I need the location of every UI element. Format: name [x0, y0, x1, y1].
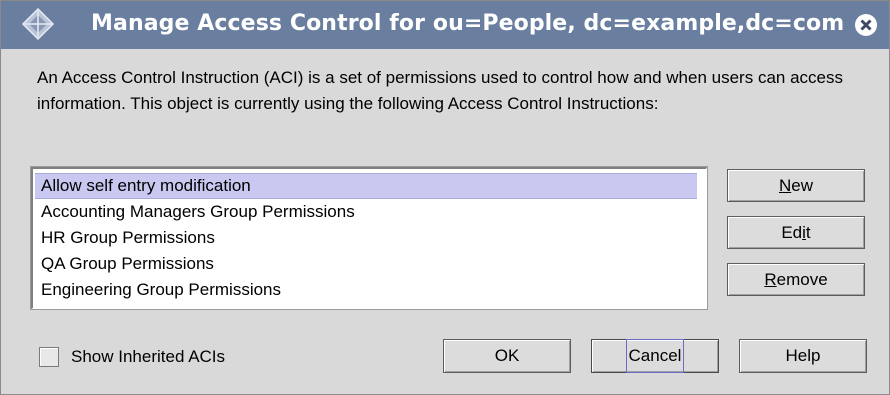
show-inherited-checkbox[interactable] — [39, 347, 59, 367]
aci-list-item[interactable]: QA Group Permissions — [35, 251, 697, 277]
remove-aci-button[interactable]: Remove — [727, 263, 865, 296]
help-button[interactable]: Help — [739, 339, 867, 373]
remove-button-label: Remove — [764, 270, 828, 289]
show-inherited-label[interactable]: Show Inherited ACIs — [71, 345, 225, 369]
aci-list[interactable]: Allow self entry modification Accounting… — [31, 167, 707, 309]
title-bar[interactable]: Manage Access Control for ou=People, dc=… — [1, 1, 889, 49]
aci-list-item[interactable]: Accounting Managers Group Permissions — [35, 199, 697, 225]
app-diamond-icon — [21, 7, 55, 41]
close-icon[interactable] — [853, 12, 879, 38]
cancel-button[interactable]: Cancel — [591, 339, 719, 373]
cancel-button-label: Cancel — [625, 339, 685, 373]
ok-button[interactable]: OK — [443, 339, 571, 373]
new-aci-button[interactable]: New — [727, 169, 865, 202]
edit-button-label: Edit — [781, 223, 811, 242]
help-button-label: Help — [785, 346, 821, 365]
aci-list-item[interactable]: Engineering Group Permissions — [35, 277, 697, 303]
window-title: Manage Access Control for ou=People, dc=… — [91, 11, 845, 36]
edit-aci-button[interactable]: Edit — [727, 216, 865, 249]
new-button-label: New — [778, 176, 813, 195]
manage-access-control-dialog: Manage Access Control for ou=People, dc=… — [0, 0, 890, 395]
aci-description: An Access Control Instruction (ACI) is a… — [37, 68, 843, 113]
ok-button-label: OK — [494, 346, 520, 365]
aci-list-item[interactable]: HR Group Permissions — [35, 225, 697, 251]
aci-list-item[interactable]: Allow self entry modification — [35, 173, 697, 199]
